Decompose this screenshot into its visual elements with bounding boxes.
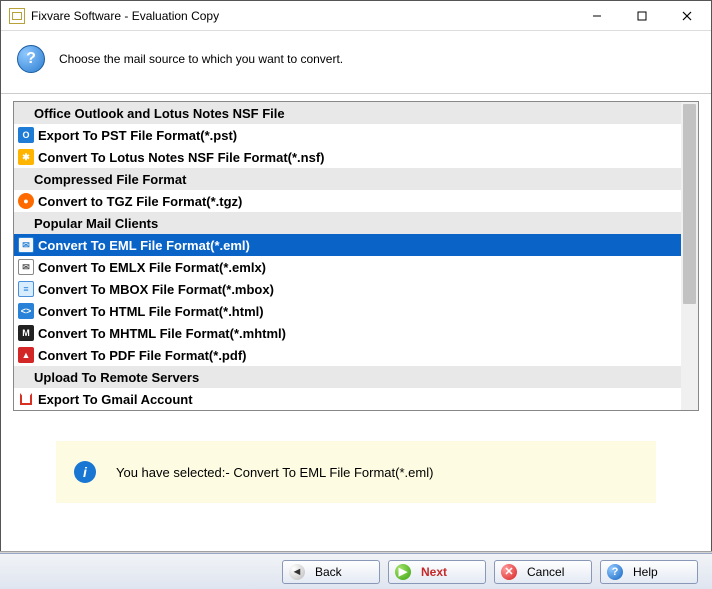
titlebar: Fixvare Software - Evaluation Copy: [1, 1, 711, 31]
next-button-label: Next: [421, 565, 447, 579]
back-button[interactable]: ◄ Back: [282, 560, 380, 584]
help-button-label: Help: [633, 565, 658, 579]
list-item[interactable]: Export To Gmail Account: [14, 388, 698, 410]
emlx-icon: ✉: [18, 259, 34, 275]
list-item-label: Convert To EML File Format(*.eml): [38, 238, 250, 253]
pdf-icon: ▲: [18, 347, 34, 363]
next-arrow-icon: ▶: [395, 564, 411, 580]
list-item[interactable]: ≡ Convert To MBOX File Format(*.mbox): [14, 278, 698, 300]
scrollbar[interactable]: [681, 102, 698, 410]
info-icon: i: [74, 461, 96, 483]
help-icon: ?: [607, 564, 623, 580]
selection-info-text: You have selected:- Convert To EML File …: [116, 465, 433, 480]
question-icon: ?: [17, 45, 45, 73]
cancel-icon: ✕: [501, 564, 517, 580]
list-item[interactable]: ▲ Convert To PDF File Format(*.pdf): [14, 344, 698, 366]
html-icon: <>: [18, 303, 34, 319]
close-button[interactable]: [664, 2, 709, 30]
next-button[interactable]: ▶ Next: [388, 560, 486, 584]
minimize-button[interactable]: [574, 2, 619, 30]
list-section-header: Compressed File Format: [14, 168, 698, 190]
list-section-header: Office Outlook and Lotus Notes NSF File: [14, 102, 698, 124]
list-section-label: Compressed File Format: [34, 172, 186, 187]
scrollbar-thumb[interactable]: [683, 104, 696, 304]
help-button[interactable]: ? Help: [600, 560, 698, 584]
list-item-label: Convert To HTML File Format(*.html): [38, 304, 264, 319]
cancel-button[interactable]: ✕ Cancel: [494, 560, 592, 584]
list-item[interactable]: M Convert To MHTML File Format(*.mhtml): [14, 322, 698, 344]
list-section-label: Popular Mail Clients: [34, 216, 158, 231]
mhtml-icon: M: [18, 325, 34, 341]
mbox-icon: ≡: [18, 281, 34, 297]
header-prompt: Choose the mail source to which you want…: [59, 52, 343, 66]
pst-icon: O: [18, 127, 34, 143]
list-item-label: Convert To Lotus Notes NSF File Format(*…: [38, 150, 325, 165]
wizard-button-bar: ◄ Back ▶ Next ✕ Cancel ? Help: [0, 553, 712, 589]
app-icon: [9, 8, 25, 24]
format-list: Office Outlook and Lotus Notes NSF FileO…: [13, 101, 699, 411]
cancel-button-label: Cancel: [527, 565, 564, 579]
list-item-label: Convert to TGZ File Format(*.tgz): [38, 194, 242, 209]
list-section-header: Upload To Remote Servers: [14, 366, 698, 388]
list-item-label: Convert To MBOX File Format(*.mbox): [38, 282, 274, 297]
gmail-icon: [18, 391, 34, 407]
list-item-label: Convert To MHTML File Format(*.mhtml): [38, 326, 286, 341]
list-item-label: Convert To PDF File Format(*.pdf): [38, 348, 246, 363]
list-item[interactable]: ✱ Convert To Lotus Notes NSF File Format(…: [14, 146, 698, 168]
list-item-label: Export To PST File Format(*.pst): [38, 128, 237, 143]
list-item-label: Export To Gmail Account: [38, 392, 193, 407]
list-item[interactable]: ✉ Convert To EMLX File Format(*.emlx): [14, 256, 698, 278]
header-panel: ? Choose the mail source to which you wa…: [1, 31, 711, 94]
window-controls: [574, 2, 709, 30]
maximize-button[interactable]: [619, 2, 664, 30]
list-section-header: Popular Mail Clients: [14, 212, 698, 234]
list-section-label: Upload To Remote Servers: [34, 370, 199, 385]
back-button-label: Back: [315, 565, 342, 579]
list-item[interactable]: O Export To PST File Format(*.pst): [14, 124, 698, 146]
list-item[interactable]: ✉ Convert To EML File Format(*.eml): [14, 234, 698, 256]
window-title: Fixvare Software - Evaluation Copy: [31, 9, 574, 23]
back-arrow-icon: ◄: [289, 564, 305, 580]
list-item[interactable]: <> Convert To HTML File Format(*.html): [14, 300, 698, 322]
list-section-label: Office Outlook and Lotus Notes NSF File: [34, 106, 285, 121]
selection-info-banner: i You have selected:- Convert To EML Fil…: [56, 441, 656, 503]
tgz-icon: ●: [18, 193, 34, 209]
list-item[interactable]: ● Convert to TGZ File Format(*.tgz): [14, 190, 698, 212]
eml-icon: ✉: [18, 237, 34, 253]
nsf-icon: ✱: [18, 149, 34, 165]
list-item-label: Convert To EMLX File Format(*.emlx): [38, 260, 266, 275]
